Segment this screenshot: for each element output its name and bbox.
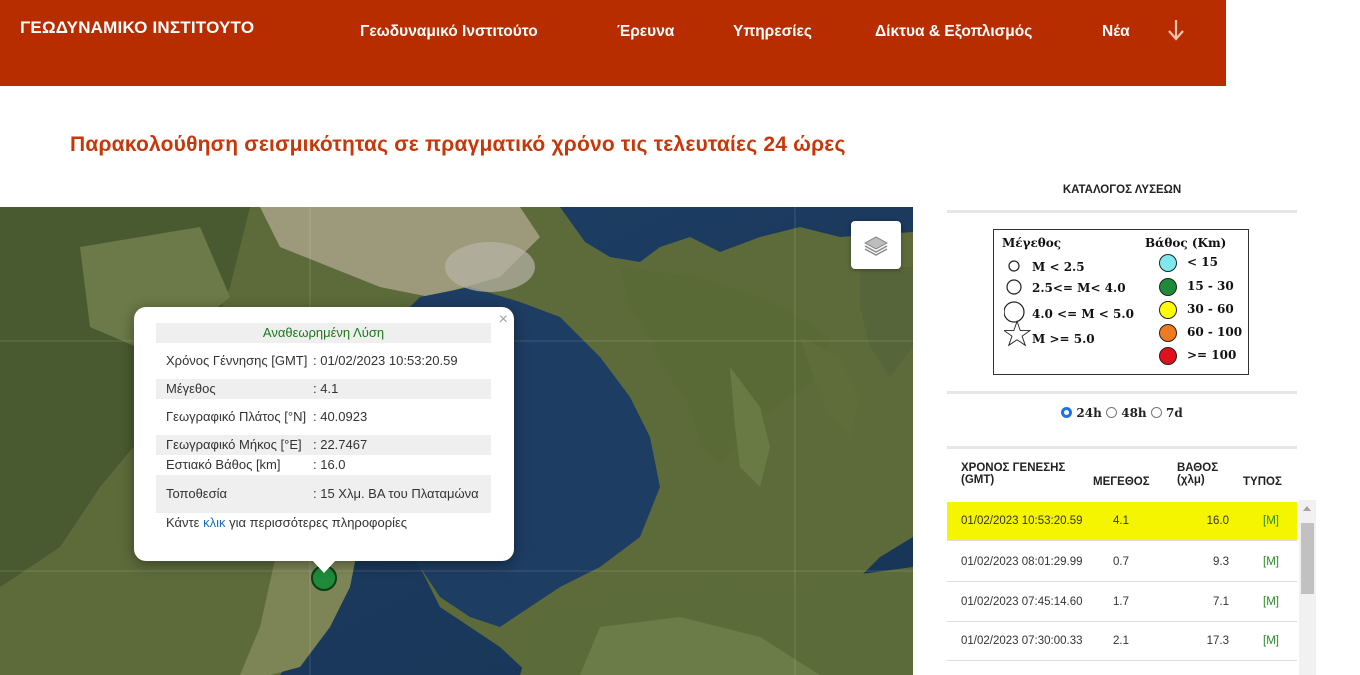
legend-depth-title: Βάθος (Km) <box>1145 236 1227 250</box>
magnitude-medium-circle-icon <box>1006 279 1022 295</box>
table-row[interactable]: 01/02/2023 07:45:14.60 1.7 7.1 [M] <box>947 583 1297 622</box>
column-header-origin-time[interactable]: ΧΡΟΝΟΣ ΓΕΝΕΣΗΣ (GMT) <box>961 462 1081 486</box>
legend-magnitude-title: Μέγεθος <box>1002 236 1062 250</box>
solutions-catalog-panel: ΚΑΤΑΛΟΓΟΣ ΛΥΣΕΩΝ Μέγεθος Βάθος (Km) M < … <box>947 170 1297 675</box>
popup-row-longitude: Γεωγραφικό Μήκος [°E] : 22.7467 <box>156 435 491 455</box>
depth-15-30-swatch <box>1159 278 1177 296</box>
popup-row-origin-time: Χρόνος Γέννησης [GMT] : 01/02/2023 10:53… <box>166 353 458 368</box>
time-period-selector: 24h 48h 7d <box>947 406 1297 420</box>
popup-row-depth: Εστιακό Βάθος [km] : 16.0 <box>166 457 346 472</box>
radio-48h[interactable] <box>1106 407 1118 418</box>
catalog-scrollbar[interactable] <box>1299 500 1316 675</box>
nav-item-news[interactable]: Νέα <box>1102 23 1130 41</box>
arrow-down-icon[interactable] <box>1166 16 1186 44</box>
radio-7d[interactable] <box>1150 407 1162 418</box>
layers-icon <box>863 236 889 256</box>
table-row[interactable]: 01/02/2023 08:01:29.99 0.7 9.3 [M] <box>947 543 1297 582</box>
nav-item-geodynamic-institute[interactable]: Γεωδυναμικό Ινστιτούτο <box>360 23 538 41</box>
more-info-link[interactable]: κλικ <box>203 515 225 530</box>
magnitude-large-circle-icon <box>1004 301 1025 323</box>
page-title: Παρακολούθηση σεισμικότητας σε πραγματικ… <box>70 133 846 156</box>
popup-row-location: Τοποθεσία : 15 Χλμ. ΒΑ του Πλαταμώνα <box>156 475 491 513</box>
divider <box>947 446 1297 449</box>
depth-60-100-swatch <box>1159 324 1177 342</box>
column-header-magnitude[interactable]: ΜΕΓΕΘΟΣ <box>1093 476 1150 488</box>
close-icon[interactable]: × <box>499 311 508 329</box>
popup-footer: Κάντε κλικ για περισσότερες πληροφορίες <box>166 515 408 530</box>
legend-box: Μέγεθος Βάθος (Km) M < 2.5 2.5<= M< 4.0 … <box>993 229 1249 375</box>
table-row[interactable]: 01/02/2023 10:53:20.59 4.1 16.0 [M] <box>947 502 1297 541</box>
popup-row-magnitude: Μέγεθος : 4.1 <box>156 379 491 399</box>
nav-item-networks-equipment[interactable]: Δίκτυα & Εξοπλισμός <box>875 23 1032 41</box>
magnitude-small-circle-icon <box>1008 260 1020 272</box>
map-layers-button[interactable] <box>851 221 901 269</box>
popup-details-table: Αναθεωρημένη Λύση Χρόνος Γέννησης [GMT] … <box>156 323 491 533</box>
depth-lt15-swatch <box>1159 254 1177 272</box>
depth-gte100-swatch <box>1159 347 1177 365</box>
depth-30-60-swatch <box>1159 301 1177 319</box>
radio-24h[interactable] <box>1061 407 1073 418</box>
nav-item-research[interactable]: Έρευνα <box>617 23 674 41</box>
column-header-type[interactable]: ΤΥΠΟΣ <box>1243 476 1282 488</box>
popup-pointer <box>312 560 336 573</box>
nav-item-services[interactable]: Υπηρεσίες <box>733 23 812 41</box>
top-navigation-bar: ΓΕΩΔΥΝΑΜΙΚΟ ΙΝΣΤΙΤΟΥΤΟ Γεωδυναμικό Ινστι… <box>0 0 1226 86</box>
earthquake-info-popup: × Αναθεωρημένη Λύση Χρόνος Γέννησης [GMT… <box>134 307 514 561</box>
scroll-up-arrow-icon[interactable] <box>1303 506 1311 511</box>
magnitude-star-icon <box>1004 320 1032 347</box>
popup-title: Αναθεωρημένη Λύση <box>156 323 491 343</box>
divider <box>947 391 1297 394</box>
table-row[interactable]: 01/02/2023 07:30:00.33 2.1 17.3 [M] <box>947 622 1297 661</box>
scrollbar-thumb[interactable] <box>1301 523 1314 594</box>
column-header-depth[interactable]: ΒΑΘΟΣ (χλμ) <box>1177 462 1221 486</box>
popup-row-latitude: Γεωγραφικό Πλάτος [°N] : 40.0923 <box>166 409 368 424</box>
catalog-title: ΚΑΤΑΛΟΓΟΣ ΛΥΣΕΩΝ <box>947 170 1297 213</box>
site-logo-text[interactable]: ΓΕΩΔΥΝΑΜΙΚΟ ΙΝΣΤΙΤΟΥΤΟ <box>20 18 254 38</box>
